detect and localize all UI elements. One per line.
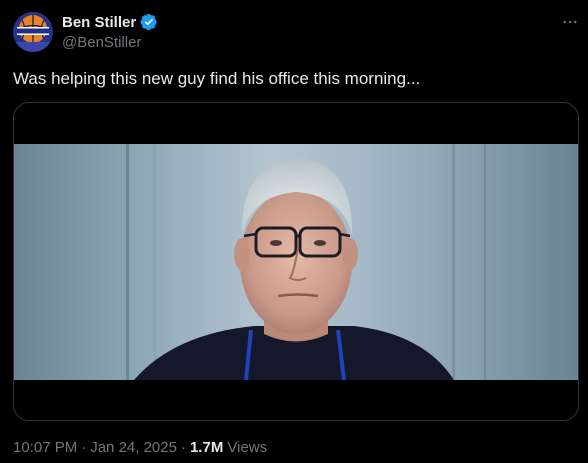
tweet-time[interactable]: 10:07 PM xyxy=(13,439,77,456)
tweet-date[interactable]: Jan 24, 2025 xyxy=(90,439,177,456)
video-still-image xyxy=(14,144,578,380)
tweet-meta: 10:07 PM · Jan 24, 2025 · 1.7M Views xyxy=(13,439,267,456)
tweet-card: Ben Stiller @BenStiller Was helping this… xyxy=(0,0,588,463)
views-label: Views xyxy=(227,439,268,456)
author-name-row: Ben Stiller xyxy=(62,13,158,31)
tweet-media-video[interactable] xyxy=(13,102,579,421)
video-frame xyxy=(14,144,578,380)
more-options-icon[interactable] xyxy=(558,12,582,32)
tweet-text: Was helping this new guy find his office… xyxy=(13,69,421,88)
verified-badge-icon[interactable] xyxy=(140,13,158,31)
meta-separator: · xyxy=(180,439,186,456)
avatar-image xyxy=(13,12,53,52)
author-handle[interactable]: @BenStiller xyxy=(62,34,141,51)
author-avatar[interactable] xyxy=(13,12,53,52)
views-count: 1.7M xyxy=(189,439,224,456)
author-display-name[interactable]: Ben Stiller xyxy=(62,14,136,31)
meta-separator: · xyxy=(81,439,87,456)
